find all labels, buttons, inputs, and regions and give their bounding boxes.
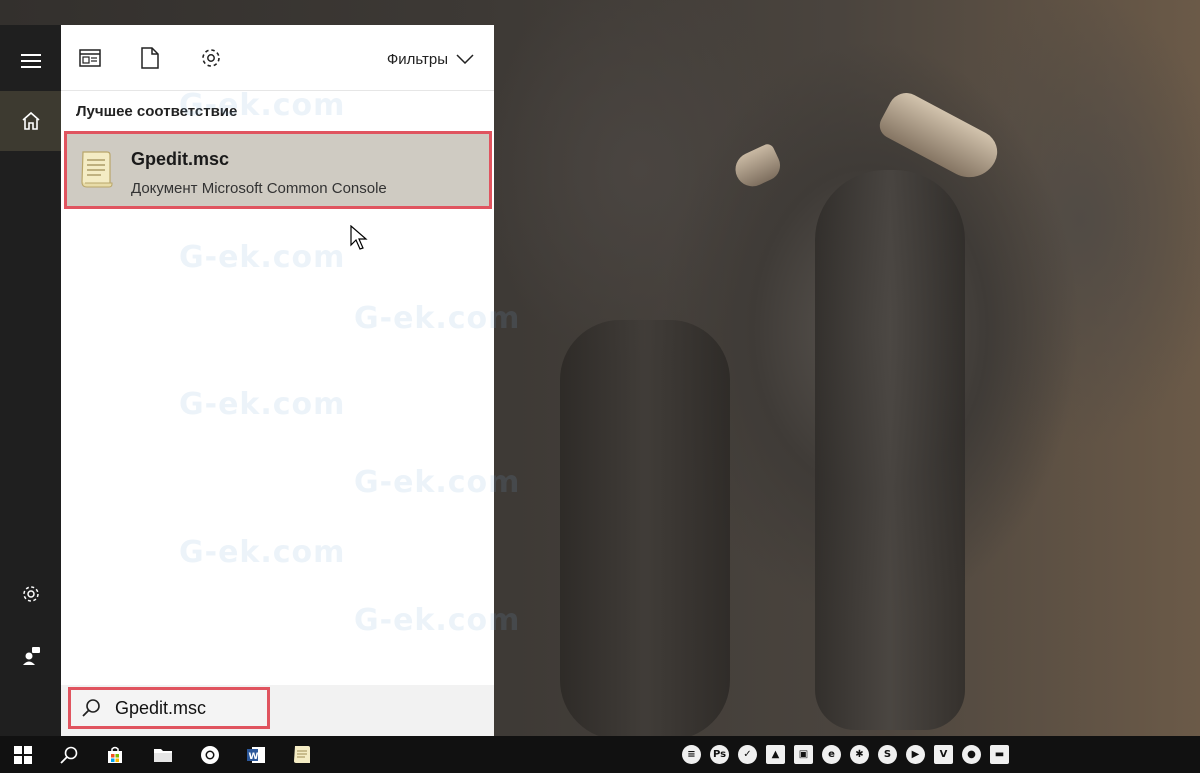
- file-explorer-button[interactable]: [140, 736, 186, 773]
- filters-label: Фильтры: [386, 50, 448, 68]
- msc-document-icon: [294, 745, 310, 763]
- start-side-rail: [0, 25, 61, 736]
- word-button[interactable]: W: [233, 736, 279, 773]
- vpn-icon[interactable]: ✓: [738, 745, 757, 764]
- photo-icon[interactable]: ▲: [766, 745, 785, 764]
- vivaldi-icon[interactable]: V: [934, 745, 953, 764]
- wallpaper-elephant-leg: [560, 320, 730, 740]
- photoshop-icon[interactable]: Ps: [710, 745, 729, 764]
- watermark: G-ek.com: [354, 603, 521, 638]
- search-icon: [82, 699, 100, 717]
- taskbar: W ≡ Ps ✓ ▲ ▣ e ✱ S ▶ V ● ▬: [0, 736, 1200, 773]
- app-window-icon: [79, 49, 101, 67]
- chrome-icon: [201, 745, 219, 764]
- apps-filter-button[interactable]: [77, 45, 103, 71]
- settings-filter-button[interactable]: [198, 45, 224, 71]
- filters-dropdown[interactable]: Фильтры: [387, 47, 474, 71]
- chrome-button[interactable]: [187, 736, 233, 773]
- watermark: G-ek.com: [179, 387, 346, 422]
- feedback-button[interactable]: [0, 625, 61, 685]
- hamburger-menu-button[interactable]: [0, 31, 61, 91]
- screenshot-icon[interactable]: ▣: [794, 745, 813, 764]
- list-icon[interactable]: ≡: [682, 745, 701, 764]
- start-button[interactable]: [0, 736, 46, 773]
- msc-document-taskbar-button[interactable]: [279, 736, 325, 773]
- best-match-result[interactable]: Gpedit.msc Документ Microsoft Common Con…: [64, 131, 492, 209]
- edge-icon[interactable]: e: [822, 745, 841, 764]
- watermark: G-ek.com: [179, 240, 346, 275]
- search-panel-header: Фильтры: [61, 25, 494, 91]
- watermark: G-ek.com: [354, 301, 521, 336]
- result-subtitle: Документ Microsoft Common Console: [131, 180, 387, 197]
- watermark: G-ek.com: [179, 535, 346, 570]
- windows-logo-icon: [14, 745, 32, 764]
- documents-filter-button[interactable]: [137, 45, 163, 71]
- msc-document-icon: [81, 151, 113, 188]
- skype-icon[interactable]: S: [878, 745, 897, 764]
- result-title: Gpedit.msc: [131, 149, 230, 169]
- search-box[interactable]: [68, 687, 270, 729]
- media-icon[interactable]: ▶: [906, 745, 925, 764]
- search-panel: Фильтры Лучшее соответствие Gpedit.msc Д…: [61, 25, 519, 736]
- taskbar-search-button[interactable]: [46, 736, 92, 773]
- settings-button[interactable]: [0, 564, 61, 624]
- store-icon: [108, 746, 122, 763]
- chevron-down-icon: [456, 54, 474, 64]
- chat-icon[interactable]: ●: [962, 745, 981, 764]
- gear-icon: [22, 586, 39, 602]
- feedback-icon: [22, 647, 40, 665]
- document-icon: [141, 47, 159, 69]
- search-input[interactable]: [115, 697, 255, 719]
- home-icon: [21, 111, 40, 130]
- folder-icon: [154, 748, 172, 762]
- gear-icon: [202, 49, 220, 67]
- store-button[interactable]: [92, 736, 138, 773]
- mouse-pointer-icon: [350, 225, 368, 250]
- word-icon: W: [247, 746, 265, 763]
- hamburger-icon: [20, 54, 41, 68]
- network-icon[interactable]: ✱: [850, 745, 869, 764]
- watermark: G-ek.com: [179, 88, 346, 123]
- home-button[interactable]: [0, 91, 61, 151]
- watermark: G-ek.com: [354, 465, 521, 500]
- search-icon: [60, 746, 78, 764]
- wallpaper-elephant-trunk: [815, 170, 965, 730]
- folder-icon[interactable]: ▬: [990, 745, 1009, 764]
- svg-text:W: W: [249, 752, 259, 762]
